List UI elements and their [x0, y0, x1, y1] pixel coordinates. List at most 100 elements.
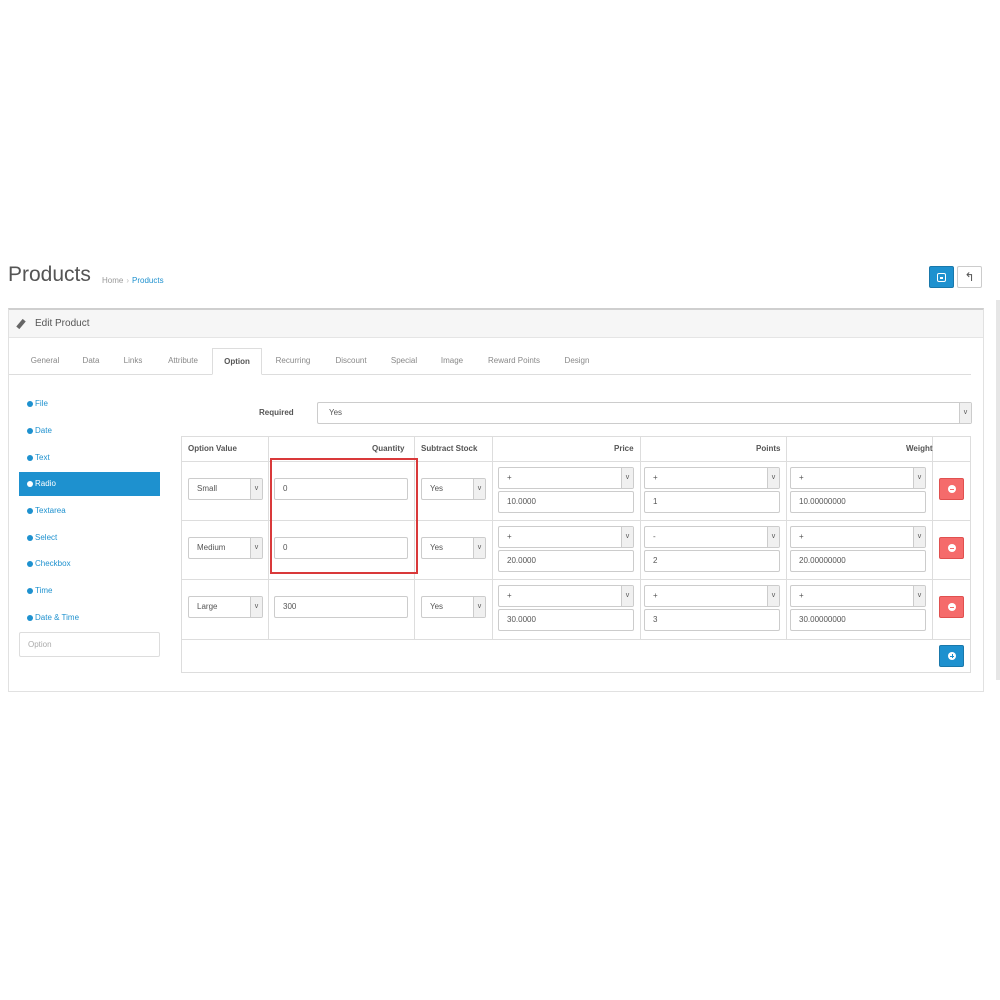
minus-circle-icon: [948, 603, 956, 611]
plus-circle-icon: [27, 560, 33, 567]
tab-recurring[interactable]: Recurring: [267, 348, 319, 375]
minus-circle-icon: [27, 480, 33, 487]
plus-circle-icon: [27, 400, 33, 407]
points-input[interactable]: 3: [644, 609, 780, 631]
price-input[interactable]: 30.0000: [498, 609, 634, 631]
subtract-stock-text: Yes: [430, 484, 444, 493]
tab-design[interactable]: Design: [555, 348, 599, 375]
required-select[interactable]: Yes v: [317, 402, 972, 424]
remove-row-button[interactable]: [939, 478, 964, 500]
sidebar-item-checkbox[interactable]: Checkbox: [19, 552, 160, 576]
weight-prefix-text: +: [799, 591, 804, 600]
breadcrumb-products[interactable]: Products: [132, 276, 164, 285]
sidebar-item-radio[interactable]: Radio: [19, 472, 160, 496]
tab-special[interactable]: Special: [381, 348, 427, 375]
weight-input[interactable]: 10.00000000: [790, 491, 926, 513]
option-value-select[interactable]: Medium v: [188, 537, 263, 559]
points-prefix-select[interactable]: -v: [644, 526, 780, 548]
column-divider: [268, 437, 269, 640]
option-value-select[interactable]: Large v: [188, 596, 263, 618]
price-prefix-select[interactable]: + v: [498, 526, 634, 548]
price-input[interactable]: 10.0000: [498, 491, 634, 513]
plus-circle-icon: [27, 534, 33, 541]
sidebar-item-file[interactable]: File: [19, 392, 160, 416]
price-input[interactable]: 20.0000: [498, 550, 634, 572]
chevron-down-icon: v: [621, 527, 633, 547]
option-autocomplete-input[interactable]: Option: [19, 632, 160, 657]
edit-product-panel: Edit Product General Data Links Attribut…: [8, 308, 984, 692]
sidebar-item-text[interactable]: Text: [19, 446, 160, 470]
points-input[interactable]: 1: [644, 491, 780, 513]
breadcrumb-home[interactable]: Home: [102, 276, 123, 285]
price-prefix-select[interactable]: + v: [498, 467, 634, 489]
subtract-stock-select[interactable]: Yes v: [421, 537, 486, 559]
quantity-highlight-box: [270, 458, 418, 574]
sidebar-item-label: Select: [35, 533, 58, 542]
sidebar-item-date-time[interactable]: Date & Time: [19, 606, 160, 630]
column-divider: [492, 437, 493, 640]
header-option-value: Option Value: [188, 444, 237, 453]
sidebar-item-select[interactable]: Select: [19, 526, 160, 550]
plus-circle-icon: [948, 652, 956, 660]
subtract-stock-text: Yes: [430, 543, 444, 552]
header-subtract-stock: Subtract Stock: [421, 444, 478, 453]
tab-discount[interactable]: Discount: [325, 348, 377, 375]
weight-prefix-select[interactable]: + v: [790, 467, 926, 489]
sidebar-item-label: Text: [35, 453, 50, 462]
tab-general[interactable]: General: [21, 348, 69, 375]
weight-prefix-select[interactable]: + v: [790, 585, 926, 607]
sidebar-item-time[interactable]: Time: [19, 579, 160, 603]
header-price: Price: [614, 444, 634, 453]
remove-row-button[interactable]: [939, 537, 964, 559]
reply-icon: ↰: [964, 270, 975, 284]
points-input[interactable]: 2: [644, 550, 780, 572]
tab-attribute[interactable]: Attribute: [157, 348, 209, 375]
remove-row-button[interactable]: [939, 596, 964, 618]
add-option-value-button[interactable]: [939, 645, 964, 667]
minus-circle-icon: [948, 544, 956, 552]
tab-image[interactable]: Image: [431, 348, 473, 375]
sidebar-item-label: Date: [35, 426, 52, 435]
weight-prefix-select[interactable]: + v: [790, 526, 926, 548]
tab-reward-points[interactable]: Reward Points: [477, 348, 551, 375]
column-divider: [786, 437, 787, 640]
sidebar-item-date[interactable]: Date: [19, 419, 160, 443]
column-divider: [932, 437, 933, 640]
points-prefix-select[interactable]: + v: [644, 467, 780, 489]
chevron-down-icon: v: [473, 597, 485, 617]
sidebar-item-label: Date & Time: [35, 613, 80, 622]
tab-option[interactable]: Option: [212, 348, 262, 375]
save-button[interactable]: [929, 266, 954, 288]
save-icon: [937, 273, 946, 282]
sidebar-item-label: Checkbox: [35, 559, 71, 568]
panel-heading: Edit Product: [9, 310, 983, 338]
breadcrumb: Home › Products: [102, 276, 164, 285]
plus-circle-icon: [27, 454, 33, 461]
sidebar-item-label: Textarea: [35, 506, 66, 515]
chevron-down-icon: v: [621, 586, 633, 606]
quantity-input[interactable]: 300: [274, 596, 408, 618]
tab-bar: General Data Links Attribute Option Recu…: [9, 348, 971, 375]
chevron-down-icon: v: [250, 597, 262, 617]
subtract-stock-select[interactable]: Yes v: [421, 478, 486, 500]
tab-data[interactable]: Data: [73, 348, 109, 375]
weight-input[interactable]: 30.00000000: [790, 609, 926, 631]
weight-prefix-text: +: [799, 473, 804, 482]
scrollbar[interactable]: [996, 300, 1000, 680]
points-prefix-select[interactable]: + v: [644, 585, 780, 607]
option-value-text: Small: [197, 484, 218, 493]
weight-input[interactable]: 20.00000000: [790, 550, 926, 572]
tab-links[interactable]: Links: [113, 348, 153, 375]
subtract-stock-select[interactable]: Yes v: [421, 596, 486, 618]
row-divider: [182, 639, 970, 640]
sidebar-item-textarea[interactable]: Textarea: [19, 499, 160, 523]
option-value-select[interactable]: Small v: [188, 478, 263, 500]
plus-circle-icon: [27, 614, 33, 621]
points-prefix-text: +: [653, 473, 658, 482]
option-value-text: Medium: [197, 543, 226, 552]
points-prefix-text: -: [653, 532, 656, 541]
price-prefix-select[interactable]: + v: [498, 585, 634, 607]
chevron-down-icon: v: [913, 527, 925, 547]
points-prefix-text: +: [653, 591, 658, 600]
back-button[interactable]: ↰: [957, 266, 982, 288]
